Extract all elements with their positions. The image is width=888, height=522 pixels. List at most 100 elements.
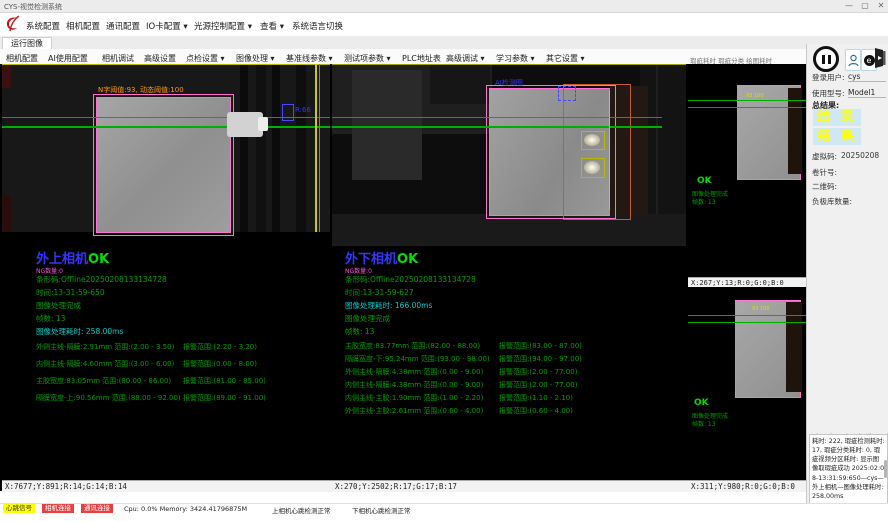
menu-io-config[interactable]: IO卡配置 ▾	[146, 20, 188, 32]
measurement-row: 外侧主线-主胶:2.61mm 范围:(0.60 - 4.00)	[345, 406, 483, 416]
thumb2-coords-bar: X:311;Y:980;R:0;G:0;B:0	[688, 480, 809, 492]
left-baseline-1	[2, 117, 330, 118]
alarm-range: 报警范围:(81.00 - 85.00)	[183, 376, 266, 386]
right-roi-box	[486, 85, 616, 219]
alarm-range: 报警范围:(0.60 - 4.00)	[499, 406, 573, 416]
tool-advanced-debug[interactable]: 高级调试 ▾	[446, 53, 485, 64]
window-title: CYS-视觉检测系统	[4, 2, 62, 12]
result-box-upper: 结 果	[813, 109, 861, 126]
close-button[interactable]: ✕	[874, 1, 888, 10]
tool-ai-usage-config[interactable]: AI使用配置	[48, 53, 88, 64]
menu-language-switch[interactable]: 系统语言切换	[292, 20, 343, 32]
tool-camera-debug[interactable]: 相机调试	[102, 53, 134, 64]
heartbeat-badge: 心跳信号	[3, 504, 35, 513]
minimize-button[interactable]: —	[842, 1, 856, 10]
left-image-stripe	[296, 64, 306, 232]
measurement-row: 内侧主线-隔膜:4.60mm 范围:(3.00 - 6.00)	[36, 359, 174, 369]
right-spot-roi	[581, 131, 605, 150]
left-time: 时间:13-31-59-650	[36, 287, 105, 298]
left-coords-bar: X:7677;Y:891;R:14;G:14;B:14	[2, 480, 333, 492]
camera-link-badge: 相机连接	[42, 504, 74, 513]
menu-view[interactable]: 查看 ▾	[260, 20, 284, 32]
measurement-row: 主胶宽度:83.05mm 范围:(80.00 - 86.00)	[36, 376, 171, 386]
app-logo-icon	[5, 15, 20, 33]
exit-button[interactable]	[873, 46, 887, 70]
alarm-range: 报警范围:(94.00 - 97.00)	[499, 354, 582, 364]
tool-other-settings[interactable]: 其它设置 ▾	[546, 53, 585, 64]
left-blue-roi-label: R:66	[295, 106, 311, 114]
measurement-row: 隔膜宽度-上:90.56mm 范围:(88.00 - 92.00)	[36, 393, 181, 403]
app-window: CYS-视觉检测系统 — ▢ ✕ 系统配置 相机配置 通讯配置 IO卡配置 ▾ …	[0, 0, 888, 522]
right-coords-bar: X:270;Y:2502;R:17;G:17;B:17	[332, 480, 689, 492]
tool-spot-check[interactable]: 点检设置 ▾	[186, 53, 225, 64]
log-output[interactable]: 耗时: 222, 瑕疵检测耗时: 17, 瑕疵分类耗时: 0, 瑕疵视频分区耗时…	[809, 434, 888, 506]
left-top-guide-line	[2, 64, 330, 65]
left-image-red-part	[2, 64, 11, 88]
thumb1-result-ok: OK	[697, 176, 712, 186]
right-camera-title: 外下相机OK	[345, 248, 418, 267]
right-baseline-1	[332, 117, 662, 118]
log-scrollbar[interactable]	[884, 460, 887, 478]
left-barcode: 条形码:Offline20250208133134728	[36, 274, 167, 285]
left-threshold-overlay: N字阈值:93, 动态阈值:100	[98, 85, 184, 95]
tool-learning-params[interactable]: 学习参数 ▾	[496, 53, 535, 64]
comm-link-badge: 通讯连接	[81, 504, 113, 513]
right-blue-roi	[558, 86, 576, 101]
thumb2-frames: 帧数: 13	[692, 419, 716, 428]
exit-door-icon	[873, 46, 887, 70]
tool-test-params[interactable]: 测试项参数 ▾	[344, 53, 391, 64]
model-value[interactable]: Model1	[848, 88, 886, 98]
left-baseline-2	[2, 126, 330, 128]
title-bar	[0, 0, 888, 13]
measurement-row: 隔膜宽度-下:95.24mm 范围:(93.00 - 98.00)	[345, 354, 490, 364]
right-frames: 帧数: 13	[345, 326, 374, 337]
left-status: 图像处理完成	[36, 300, 81, 311]
thumb1-frames: 帧数: 13	[692, 197, 716, 206]
alarm-range: 报警范围:(1.10 - 2.10)	[499, 393, 573, 403]
user-button[interactable]	[845, 49, 861, 71]
login-user-label: 登录用户:	[812, 72, 845, 83]
maximize-button[interactable]: ▢	[858, 1, 872, 10]
right-elapsed: 图像处理耗时: 166.00ms	[345, 300, 432, 311]
pause-button[interactable]	[813, 46, 839, 72]
cpu-memory-status: Cpu: 0.0% Memory: 3424.41796875M	[124, 505, 247, 513]
measurement-row: 主胶宽度:83.77mm 范围:(82.00 - 88.00)	[345, 341, 480, 351]
upper-camera-heartbeat: 上相机心跳检测正常	[272, 505, 331, 515]
tool-camera-config[interactable]: 相机配置	[6, 53, 38, 64]
thumb1-baseline	[688, 100, 806, 101]
right-result-ok: OK	[397, 252, 418, 267]
right-yellow-guide	[609, 90, 610, 210]
right-baseline-2	[332, 126, 662, 128]
pause-icon	[822, 55, 825, 64]
left-image-stripe	[272, 64, 280, 232]
menu-light-config[interactable]: 光源控制配置 ▾	[194, 20, 252, 32]
left-roi-box	[93, 94, 234, 236]
left-image-red-part	[2, 196, 11, 232]
lower-camera-heartbeat: 下相机心跳检测正常	[352, 505, 411, 515]
tool-image-processing[interactable]: 图像处理 ▾	[236, 53, 275, 64]
menu-system-config[interactable]: 系统配置	[26, 20, 60, 32]
left-elapsed: 图像处理耗时: 258.00ms	[36, 326, 123, 337]
virtual-code-value: 20250208	[841, 151, 879, 160]
left-image-stripe	[256, 64, 266, 232]
virtual-code-label: 虚拟码:	[812, 151, 837, 162]
left-blue-roi	[282, 104, 294, 121]
menu-comm-config[interactable]: 通讯配置	[106, 20, 140, 32]
right-machine-part	[352, 70, 422, 180]
alarm-range: 报警范围:(0.00 - 8.00)	[183, 359, 257, 369]
tool-plc-address[interactable]: PLC地址表	[402, 53, 441, 64]
right-spot-roi	[581, 158, 605, 178]
alarm-range: 报警范围:(2.00 - 77.00)	[499, 380, 577, 390]
menu-camera-config[interactable]: 相机配置	[66, 20, 100, 32]
thumb2-result-ok: OK	[694, 398, 709, 408]
thumb2-threshold-overlay: 93 100	[752, 306, 770, 312]
login-user-value[interactable]: cys	[848, 72, 886, 82]
tool-baseline-params[interactable]: 基准线参数 ▾	[286, 53, 333, 64]
thumb1-baseline	[688, 107, 806, 108]
pause-icon	[828, 55, 831, 64]
measurement-row: 外侧主线-隔膜:4.38mm 范围:(0.00 - 9.00)	[345, 367, 483, 377]
qr-code-label: 二维码:	[812, 181, 837, 192]
tool-advanced-settings[interactable]: 高级设置	[144, 53, 176, 64]
thumb2-baseline	[688, 322, 806, 323]
right-top-guide-line	[332, 64, 686, 65]
